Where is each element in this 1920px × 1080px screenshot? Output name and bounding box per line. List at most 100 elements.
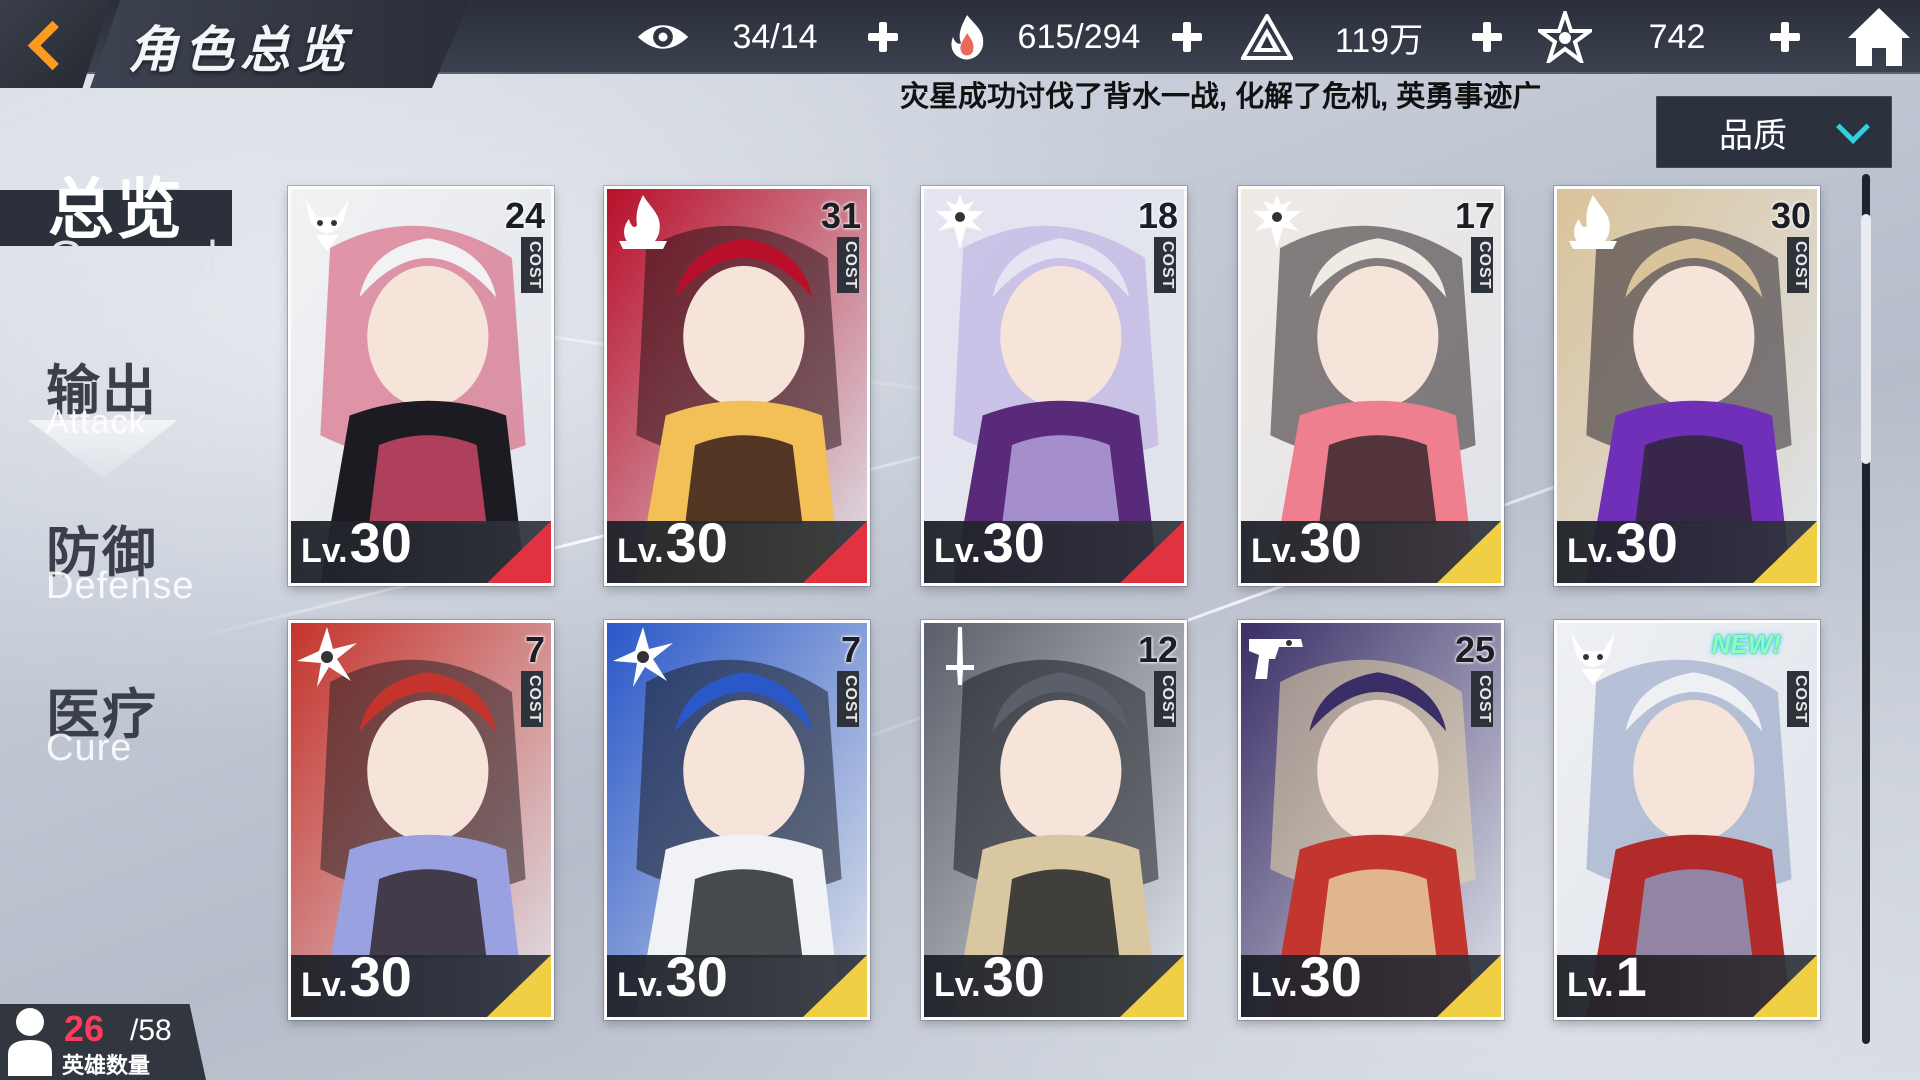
level-prefix: Lv. bbox=[617, 966, 664, 1004]
level-prefix: Lv. bbox=[1567, 966, 1614, 1004]
home-button[interactable] bbox=[1844, 4, 1914, 70]
scrollbar-thumb[interactable] bbox=[1861, 214, 1871, 464]
cost-label: COST bbox=[1154, 237, 1176, 294]
flame-icon bbox=[1569, 195, 1617, 249]
level-value: 30 bbox=[1299, 945, 1362, 1008]
stamina-value: 34/14 bbox=[732, 17, 818, 56]
level-value: 30 bbox=[349, 511, 412, 574]
level-text: Lv.30 bbox=[1567, 513, 1678, 581]
flame-icon bbox=[619, 195, 667, 249]
sword-icon bbox=[946, 627, 974, 685]
hero-card[interactable]: 25 COST Lv.30 bbox=[1238, 620, 1504, 1020]
add-energy-button[interactable] bbox=[1164, 14, 1210, 60]
winged-crest-icon bbox=[936, 195, 984, 249]
hero-card[interactable]: 7 COST Lv.30 bbox=[288, 620, 554, 1020]
hero-count-label: 英雄数量 bbox=[62, 1053, 151, 1078]
level-prefix: Lv. bbox=[934, 966, 981, 1004]
shuriken-icon bbox=[613, 627, 673, 687]
level-value: 30 bbox=[982, 945, 1045, 1008]
hero-card[interactable]: COST NEW! Lv.1 bbox=[1554, 620, 1820, 1020]
hero-card[interactable]: 12 COST Lv.30 bbox=[921, 620, 1187, 1020]
cost-badge: 7 COST bbox=[837, 629, 861, 728]
cost-value: 7 bbox=[524, 629, 545, 670]
category-sublabel: Defense bbox=[46, 565, 195, 607]
level-prefix: Lv. bbox=[617, 532, 664, 570]
level-text: Lv.1 bbox=[1567, 947, 1647, 1015]
hero-card[interactable]: 7 COST Lv.30 bbox=[604, 620, 870, 1020]
level-value: 30 bbox=[982, 511, 1045, 574]
shuriken-icon bbox=[297, 627, 357, 687]
cost-value: 17 bbox=[1454, 195, 1495, 236]
category-sublabel: Cure bbox=[46, 727, 133, 769]
chevron-down-icon bbox=[1836, 110, 1870, 144]
level-value: 1 bbox=[1615, 945, 1647, 1008]
level-text: Lv.30 bbox=[301, 947, 412, 1015]
cost-badge: 17 COST bbox=[1454, 195, 1495, 294]
cost-value: 31 bbox=[820, 195, 861, 236]
level-text: Lv.30 bbox=[934, 947, 1045, 1015]
back-arrow-icon bbox=[25, 20, 59, 68]
triangle-crystal-icon bbox=[1240, 12, 1294, 62]
cost-badge: 25 COST bbox=[1454, 629, 1495, 728]
level-text: Lv.30 bbox=[617, 947, 728, 1015]
cost-label: COST bbox=[1787, 237, 1809, 294]
cost-label: COST bbox=[1787, 671, 1809, 728]
level-prefix: Lv. bbox=[934, 532, 981, 570]
hero-card[interactable]: 30 COST Lv.30 bbox=[1554, 186, 1820, 586]
cost-value: 30 bbox=[1770, 195, 1811, 236]
sort-dropdown[interactable]: 品质 bbox=[1656, 96, 1892, 168]
cost-badge: 18 COST bbox=[1138, 195, 1178, 294]
level-prefix: Lv. bbox=[301, 532, 348, 570]
hero-card[interactable]: 18 COST Lv.30 bbox=[921, 186, 1187, 586]
sort-label: 品质 bbox=[1719, 116, 1787, 155]
cost-label: COST bbox=[521, 237, 543, 294]
resource-stamina: 34/14 bbox=[636, 12, 906, 62]
cost-badge: 30 COST bbox=[1770, 195, 1811, 294]
cost-badge: 31 COST bbox=[820, 195, 861, 294]
cost-badge: 12 COST bbox=[1137, 629, 1178, 728]
hero-card[interactable]: 17 COST Lv.30 bbox=[1238, 186, 1504, 586]
cost-label: COST bbox=[837, 671, 859, 728]
level-value: 30 bbox=[349, 945, 412, 1008]
hero-count-max: /58 bbox=[130, 1014, 172, 1047]
cost-value: 7 bbox=[840, 629, 861, 670]
hero-card[interactable]: 31 COST Lv.30 bbox=[604, 186, 870, 586]
add-stamina-button[interactable] bbox=[860, 14, 906, 60]
hero-card[interactable]: 24 COST Lv.30 bbox=[288, 186, 554, 586]
cost-label: COST bbox=[1154, 671, 1176, 728]
level-prefix: Lv. bbox=[1251, 532, 1298, 570]
level-value: 30 bbox=[1615, 511, 1678, 574]
cost-label: COST bbox=[1471, 671, 1493, 728]
category-defense[interactable]: 防御 Defense bbox=[46, 508, 316, 608]
new-badge: NEW! bbox=[1711, 629, 1781, 659]
energy-value: 615/294 bbox=[1017, 17, 1141, 56]
category-sublabel: General bbox=[48, 231, 219, 283]
cost-value: 12 bbox=[1137, 629, 1178, 670]
horned-demon-icon bbox=[1571, 633, 1615, 685]
category-general[interactable]: 总览 General bbox=[48, 156, 318, 284]
flame-hand-icon bbox=[940, 12, 994, 62]
level-text: Lv.30 bbox=[301, 513, 412, 581]
cost-value: 24 bbox=[504, 195, 545, 236]
hero-count-current: 26 bbox=[64, 1008, 105, 1049]
gold-value: 119万 bbox=[1334, 21, 1424, 60]
add-stars-button[interactable] bbox=[1762, 14, 1808, 60]
page-title: 角色总览 bbox=[128, 22, 352, 78]
level-value: 30 bbox=[1299, 511, 1362, 574]
winged-crest-icon bbox=[1253, 195, 1301, 249]
level-prefix: Lv. bbox=[301, 966, 348, 1004]
cost-value: 25 bbox=[1454, 629, 1495, 670]
home-icon bbox=[1848, 8, 1910, 66]
add-gold-button[interactable] bbox=[1464, 14, 1510, 60]
cost-label: COST bbox=[521, 671, 543, 728]
level-value: 30 bbox=[665, 945, 728, 1008]
category-cure[interactable]: 医疗 Cure bbox=[46, 670, 316, 770]
person-icon bbox=[8, 1008, 52, 1076]
cost-label: COST bbox=[837, 237, 859, 294]
level-text: Lv.30 bbox=[617, 513, 728, 581]
horned-demon-icon bbox=[305, 199, 349, 251]
cost-label: COST bbox=[1471, 237, 1493, 294]
resource-gold: 119万 bbox=[1240, 12, 1510, 62]
news-marquee: 灾星成功讨伐了背水一战, 化解了危机, 英勇事迹广 bbox=[900, 81, 1542, 113]
stars-value: 742 bbox=[1648, 17, 1706, 56]
